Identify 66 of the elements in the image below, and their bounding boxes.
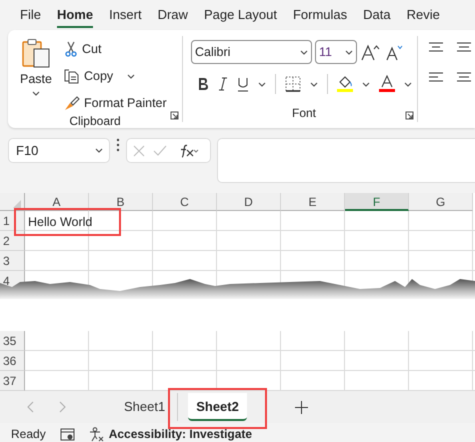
- borders-icon[interactable]: [285, 76, 301, 92]
- cell-text: Hello World: [27, 214, 89, 231]
- group-label: Clipboard: [69, 113, 121, 130]
- formula-input[interactable]: [217, 138, 475, 183]
- group-label: Font: [292, 105, 316, 122]
- column-header[interactable]: B: [89, 193, 153, 211]
- name-box[interactable]: F10: [8, 138, 110, 163]
- scissors-icon: [64, 41, 78, 58]
- align-top-icon[interactable]: [428, 42, 444, 54]
- font-size-field[interactable]: 11: [315, 40, 357, 64]
- font-name-field[interactable]: Calibri: [191, 40, 312, 64]
- row-header[interactable]: 3: [0, 251, 25, 271]
- copy-icon: [64, 68, 80, 84]
- row-header[interactable]: 2: [0, 231, 25, 251]
- column-header[interactable]: D: [217, 193, 281, 211]
- row-header[interactable]: 37: [0, 371, 25, 391]
- clipboard-icon: [21, 38, 51, 68]
- row-header[interactable]: 1: [0, 211, 25, 231]
- sheet-tab[interactable]: Sheet1: [116, 393, 174, 421]
- column-header[interactable]: G: [409, 193, 473, 211]
- accessibility-button[interactable]: Accessibility: Investigate: [88, 425, 252, 442]
- row-header[interactable]: 36: [0, 351, 25, 371]
- menu-tab[interactable]: Revie: [398, 0, 448, 30]
- bold-icon[interactable]: [197, 77, 209, 91]
- select-all-icon[interactable]: [12, 199, 22, 209]
- column-header[interactable]: F: [345, 193, 409, 211]
- caret-icon[interactable]: [310, 82, 318, 86]
- paste-button[interactable]: Paste: [8, 36, 64, 112]
- more-options-icon[interactable]: [116, 138, 120, 152]
- sheet-tab[interactable]: Sheet2: [188, 393, 247, 421]
- menu-tab[interactable]: Formulas: [284, 0, 356, 30]
- copy-button[interactable]: Copy: [64, 66, 114, 86]
- row-header[interactable]: 35: [0, 331, 25, 351]
- align-middle-icon[interactable]: [456, 42, 472, 54]
- menu-tab[interactable]: Home: [48, 0, 102, 30]
- add-sheet-icon[interactable]: [294, 400, 308, 414]
- menu-tab[interactable]: Page Layout: [196, 0, 285, 30]
- column-header[interactable]: C: [153, 193, 217, 211]
- font-color-icon[interactable]: [379, 75, 395, 93]
- increase-font-icon[interactable]: [360, 43, 380, 61]
- column-header[interactable]: E: [281, 193, 345, 211]
- caret-icon[interactable]: [32, 90, 40, 96]
- accessibility-icon: [88, 426, 104, 442]
- caret-icon[interactable]: [127, 74, 136, 79]
- paintbrush-icon: [64, 94, 80, 111]
- italic-icon[interactable]: [218, 77, 228, 91]
- menu-tab[interactable]: Insert: [101, 0, 150, 30]
- caret-icon[interactable]: [345, 50, 353, 54]
- menu-tab[interactable]: File: [12, 0, 49, 30]
- align-center-icon[interactable]: [456, 72, 472, 84]
- menu-tab[interactable]: Draw: [150, 0, 196, 30]
- align-left-icon[interactable]: [428, 72, 444, 84]
- underline-icon[interactable]: [237, 76, 249, 92]
- caret-icon[interactable]: [95, 148, 103, 153]
- cut-button[interactable]: Cut: [64, 40, 167, 59]
- menu-tab[interactable]: Data: [355, 0, 399, 30]
- dialog-launcher-icon[interactable]: [405, 111, 414, 120]
- dialog-launcher-icon[interactable]: [170, 111, 179, 120]
- macro-record-icon[interactable]: [60, 428, 75, 440]
- format-painter-button[interactable]: Format Painter: [64, 94, 167, 112]
- status-text: Ready: [11, 426, 46, 442]
- caret-icon[interactable]: [300, 50, 308, 54]
- caret-icon[interactable]: [404, 82, 412, 86]
- caret-icon[interactable]: [362, 82, 370, 86]
- fill-color-icon[interactable]: [337, 75, 353, 93]
- caret-icon[interactable]: [258, 82, 266, 86]
